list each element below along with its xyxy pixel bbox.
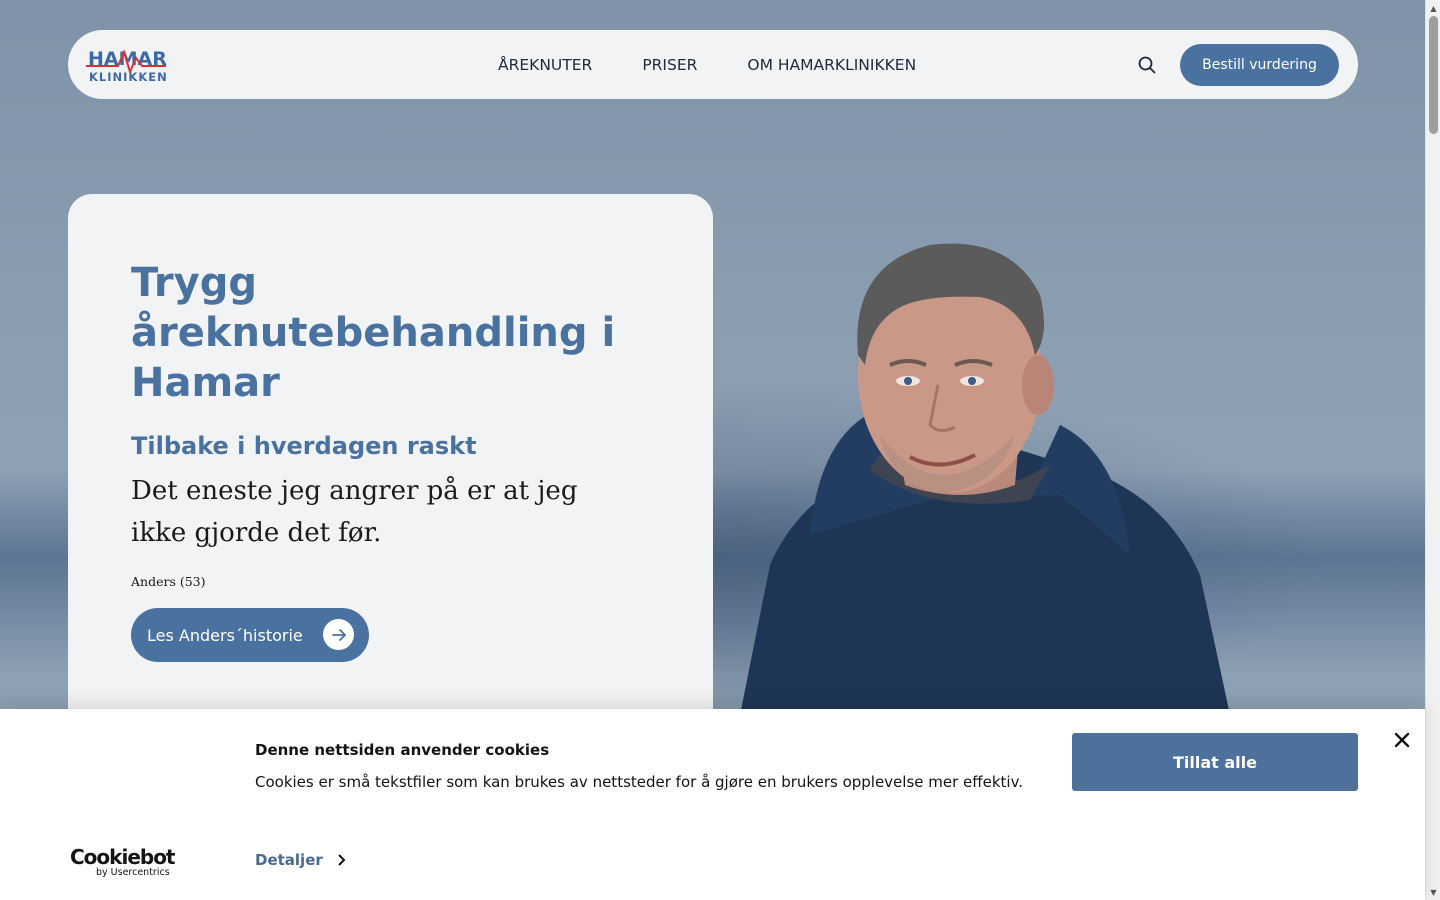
- cookie-title: Denne nettsiden anvender cookies: [255, 741, 550, 759]
- hero-subtitle: Tilbake i hverdagen raskt: [131, 432, 477, 460]
- site-logo[interactable]: HAMAR KLINIKKEN: [86, 46, 168, 86]
- cookie-description: Cookies er små tekstfiler som kan brukes…: [255, 773, 1024, 791]
- close-cookie-button[interactable]: [1392, 730, 1412, 750]
- main-navbar: HAMAR KLINIKKEN ÅREKNUTER PRISER OM HAMA…: [68, 30, 1358, 99]
- cookie-details-label: Detaljer: [255, 851, 323, 869]
- testimonial-author: Anders (53): [131, 574, 206, 589]
- search-button[interactable]: [1136, 54, 1158, 76]
- nav-item-areknuter[interactable]: ÅREKNUTER: [498, 56, 592, 74]
- cookie-details-link[interactable]: Detaljer: [255, 851, 347, 869]
- cookiebot-brand: Cookiebot: [70, 845, 176, 869]
- book-assessment-button[interactable]: Bestill vurdering: [1180, 44, 1339, 86]
- page-title: Trygg åreknutebehandling i Hamar: [131, 260, 616, 406]
- cookiebot-byline: by Usercentrics: [96, 867, 170, 878]
- read-story-button[interactable]: Les Anders´historie: [131, 608, 369, 662]
- hero-card: Trygg åreknutebehandling i Hamar Tilbake…: [68, 194, 713, 734]
- read-story-label: Les Anders´historie: [147, 625, 303, 645]
- scroll-up-icon[interactable]: ▲: [1426, 1, 1440, 15]
- search-icon: [1138, 56, 1156, 74]
- cookiebot-logo: Cookiebot by Usercentrics: [70, 845, 180, 879]
- nav-item-priser[interactable]: PRISER: [642, 56, 697, 74]
- close-icon: [1394, 732, 1410, 748]
- testimonial-quote: Det eneste jeg angrer på er at jeg ikke …: [131, 476, 578, 548]
- scroll-down-icon[interactable]: ▼: [1426, 885, 1440, 899]
- hero-person-image: [740, 243, 1230, 715]
- nav-item-om[interactable]: OM HAMARKLINIKKEN: [747, 56, 916, 74]
- chevron-right-icon: [338, 854, 346, 866]
- arrow-right-icon: [323, 619, 354, 650]
- allow-all-button[interactable]: Tillat alle: [1072, 733, 1358, 791]
- cookie-banner: Cookiebot by Usercentrics Denne nettside…: [0, 709, 1425, 900]
- nav-menu: ÅREKNUTER PRISER OM HAMARKLINIKKEN: [498, 30, 916, 99]
- page-scrollbar[interactable]: ▲ ▼: [1425, 0, 1440, 900]
- scrollbar-thumb[interactable]: [1429, 16, 1438, 134]
- logo-subtitle: KLINIKKEN: [89, 70, 168, 84]
